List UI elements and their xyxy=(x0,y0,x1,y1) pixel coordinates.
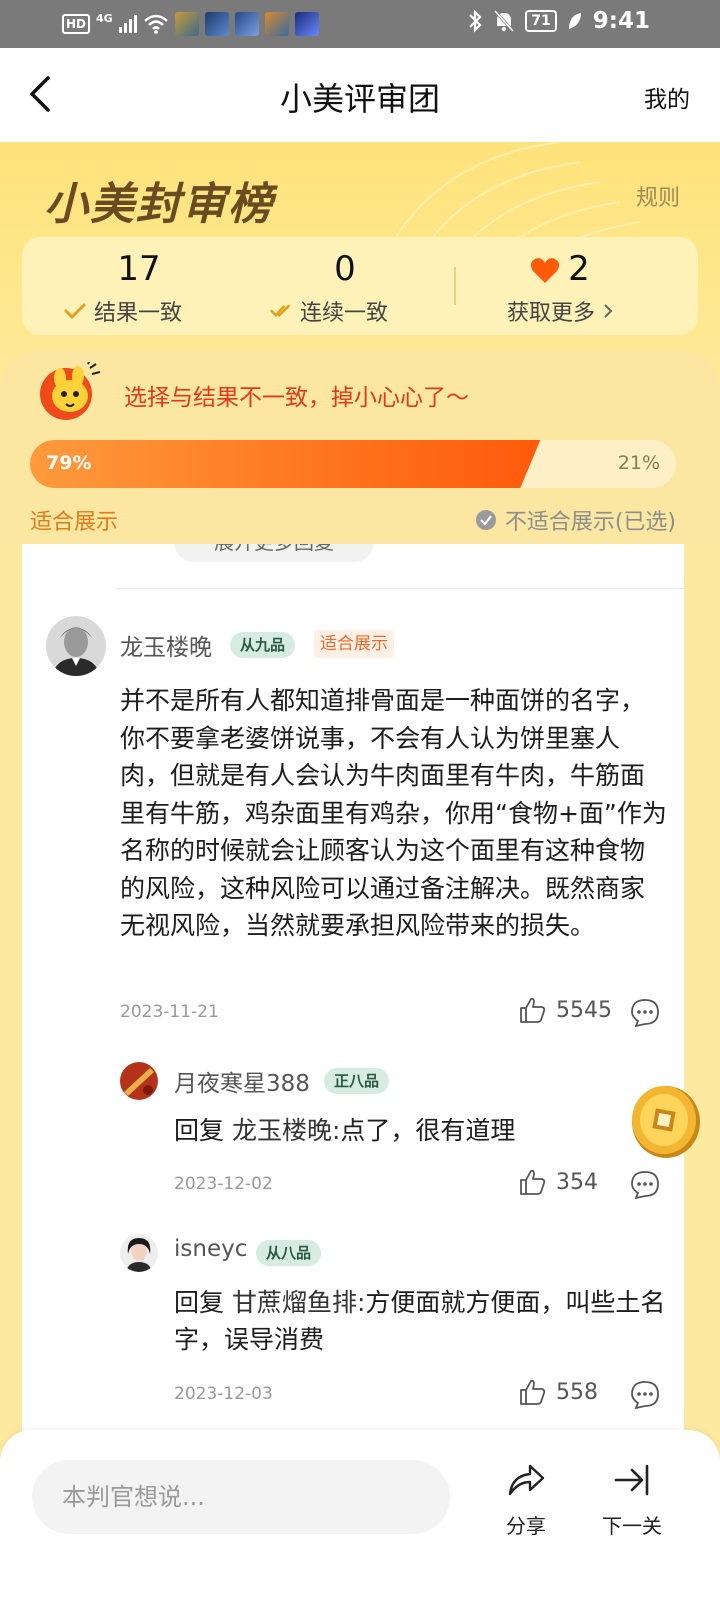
right-percent: 21% xyxy=(617,452,660,474)
status-left: HD 4G xyxy=(62,10,319,38)
review-hero: 小美封审榜 规则 17 结果一致 0 连续一致 2 获取更多 选择与结果不一致，… xyxy=(0,142,720,562)
my-button[interactable]: 我的 xyxy=(644,80,690,114)
match-label: 结果一致 xyxy=(94,301,183,326)
reply-to-user[interactable]: 龙玉楼晚: xyxy=(232,1116,340,1145)
like-button[interactable]: 5545 xyxy=(518,996,612,1024)
comment-icon[interactable] xyxy=(630,998,660,1028)
notification-app-icon xyxy=(204,12,229,36)
reply-body: 回复 龙玉楼晚:点了，很有道理 xyxy=(174,1112,674,1149)
signal-icon xyxy=(118,15,137,33)
hearts-stat[interactable]: 2 获取更多 xyxy=(500,247,620,327)
reply-to-user[interactable]: 甘蔗熘鱼排: xyxy=(232,1288,365,1317)
comment-date: 2023-11-21 xyxy=(120,1002,219,1022)
rank-badge: 从九品 xyxy=(230,632,296,658)
reply-word: 回复 xyxy=(174,1116,225,1145)
wifi-icon xyxy=(143,14,168,34)
notification-app-icon xyxy=(294,12,319,36)
like-count: 354 xyxy=(556,1169,598,1195)
option-unsuitable-selected[interactable]: 不适合展示(已选) xyxy=(475,504,676,536)
chevron-right-icon xyxy=(604,304,613,318)
thumbs-up-icon xyxy=(520,1169,546,1195)
reply-text: 点了，很有道理 xyxy=(340,1116,516,1145)
verdict-panel: 选择与结果不一致，掉小心心了～ 79% 21% 适合展示 不适合展示(已选) xyxy=(0,350,720,544)
hd-badge: HD xyxy=(62,14,91,34)
leaf-icon xyxy=(568,13,581,29)
share-icon xyxy=(508,1464,545,1496)
divider xyxy=(116,588,684,589)
check-icon xyxy=(64,303,86,319)
double-check-icon xyxy=(270,304,290,318)
left-percent: 79% xyxy=(46,452,92,474)
mascot-kangaroo-icon xyxy=(40,362,101,420)
top-nav-bar: 小美评审团 我的 xyxy=(0,48,720,142)
option-unsuitable-label: 不适合展示(已选) xyxy=(504,510,676,535)
thumbs-up-icon xyxy=(520,1379,546,1405)
next-level-button[interactable]: 下一关 xyxy=(592,1460,672,1539)
like-count: 5545 xyxy=(556,997,612,1023)
like-count: 558 xyxy=(556,1379,598,1405)
get-more-link[interactable]: 获取更多 xyxy=(507,295,595,327)
checked-circle-icon xyxy=(475,510,496,530)
next-level-label: 下一关 xyxy=(602,1514,662,1538)
avatar[interactable] xyxy=(120,1234,158,1272)
vote-bar-fill xyxy=(30,440,540,488)
reply-body: 回复 甘蔗熘鱼排:方便面就方便面，叫些土名字，误导消费 xyxy=(174,1284,674,1358)
streak-label: 连续一致 xyxy=(300,301,389,326)
reply-word: 回复 xyxy=(174,1288,225,1317)
stats-card: 17 结果一致 0 连续一致 2 获取更多 xyxy=(22,237,698,335)
vote-bar: 79% 21% xyxy=(30,440,676,488)
comment-icon[interactable] xyxy=(630,1380,660,1410)
battery-indicator: 71 xyxy=(525,10,557,32)
hearts-count: 2 xyxy=(568,249,590,289)
rank-badge: 从八品 xyxy=(256,1240,322,1266)
streak-stat: 0 连续一致 xyxy=(270,247,420,327)
avatar-portrait-icon xyxy=(120,1234,158,1272)
notification-app-icon xyxy=(174,12,199,36)
share-button[interactable]: 分享 xyxy=(486,1460,566,1539)
verdict-message: 选择与结果不一致，掉小心心了～ xyxy=(124,385,469,411)
avatar-image-icon xyxy=(120,1062,158,1100)
username[interactable]: 龙玉楼晚 xyxy=(120,628,212,662)
streak-count: 0 xyxy=(334,249,356,289)
status-right: 71 9:41 xyxy=(467,8,650,34)
avatar-portrait-icon xyxy=(46,616,106,676)
notification-app-icon xyxy=(234,12,259,36)
status-bar: HD 4G 71 9:41 xyxy=(0,0,720,48)
comment-body: 并不是所有人都知道排骨面是一种面饼的名字，你不要拿老婆饼说事，不会有人认为饼里塞… xyxy=(120,686,667,940)
mute-bell-icon xyxy=(494,9,515,33)
notification-app-icon xyxy=(264,12,289,36)
expand-more-replies[interactable]: 展开更多回复 xyxy=(174,544,374,562)
page-title: 小美评审团 xyxy=(279,80,440,118)
avatar[interactable] xyxy=(46,616,106,676)
match-stat: 17 结果一致 xyxy=(64,247,214,327)
stats-divider xyxy=(454,267,456,305)
username[interactable]: 月夜寒星388 xyxy=(174,1064,310,1098)
comment-input[interactable] xyxy=(32,1460,450,1534)
bottom-action-bar: 分享 下一关 xyxy=(0,1430,720,1600)
option-suitable[interactable]: 适合展示 xyxy=(30,504,118,536)
comment-icon[interactable] xyxy=(630,1170,660,1200)
like-button[interactable]: 558 xyxy=(518,1378,598,1406)
vote-tag: 适合展示 xyxy=(314,630,394,658)
thumbs-up-icon xyxy=(520,997,546,1023)
hero-title: 小美封审榜 xyxy=(44,179,274,230)
username[interactable]: isneyc xyxy=(174,1236,247,1262)
reply-date: 2023-12-03 xyxy=(174,1384,273,1404)
reply-date: 2023-12-02 xyxy=(174,1174,273,1194)
avatar[interactable] xyxy=(120,1062,158,1100)
share-label: 分享 xyxy=(506,1514,546,1538)
clock: 9:41 xyxy=(592,8,650,34)
gold-coin-icon[interactable] xyxy=(626,1080,702,1160)
match-count: 17 xyxy=(117,249,161,289)
like-button[interactable]: 354 xyxy=(518,1168,598,1196)
comment-list: 展开更多回复 龙玉楼晚 从九品 适合展示 并不是所有人都知道排骨面是一种面饼的名… xyxy=(22,544,684,1444)
network-type: 4G xyxy=(96,11,113,25)
skip-next-icon xyxy=(614,1464,649,1496)
rank-badge: 正八品 xyxy=(324,1068,390,1094)
bluetooth-icon xyxy=(469,9,482,33)
heart-icon xyxy=(531,257,560,283)
rules-link[interactable]: 规则 xyxy=(636,180,680,212)
